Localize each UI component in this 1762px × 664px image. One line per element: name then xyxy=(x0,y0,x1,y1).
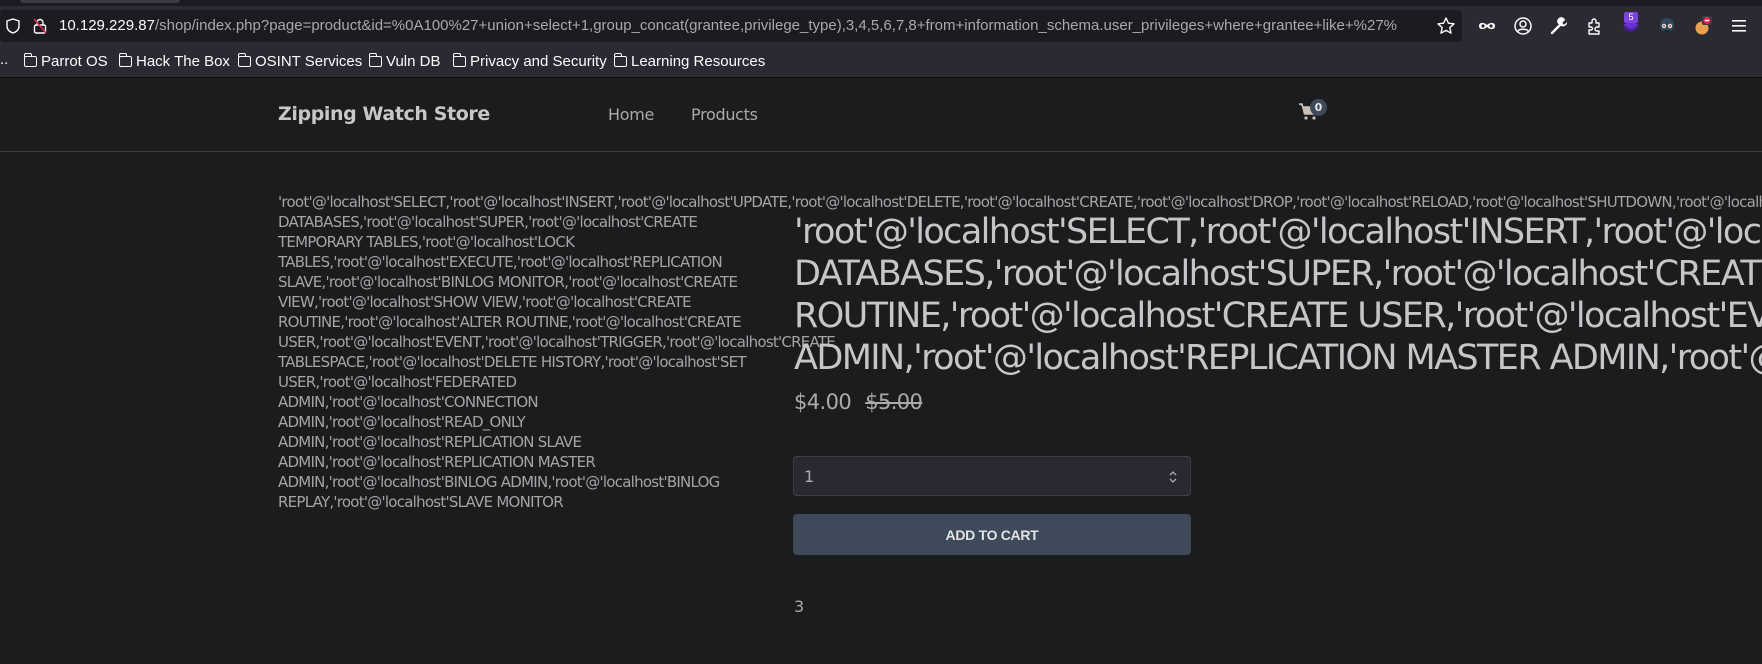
insecure-lock-icon[interactable] xyxy=(32,17,48,34)
bookmark-hack-the-box[interactable]: Hack The Box xyxy=(118,51,230,71)
url-host: 10.129.229.87 xyxy=(59,17,155,34)
nav-home-link[interactable]: Home xyxy=(608,105,654,124)
bookmark-label: Learning Resources xyxy=(631,52,766,70)
extension-badge: 5 xyxy=(1624,12,1638,23)
price-row: $4.00 $5.00 xyxy=(794,390,923,414)
product-title-line: DATABASES,'root'@'localhost'SUPER,'root'… xyxy=(794,254,1762,294)
bookmarks-toolbar: .. Parrot OS Hack The Box OSINT Services… xyxy=(0,46,1762,78)
add-to-cart-button[interactable]: ADD TO CART xyxy=(793,514,1191,555)
stock-quantity: 3 xyxy=(794,597,805,616)
product-description-rest: DATABASES,'root'@'localhost'SUPER,'root'… xyxy=(278,213,836,511)
url-path: /shop/index.php?page=product&id=%0A100%2… xyxy=(154,17,1398,34)
address-bar[interactable]: 10.129.229.87/shop/index.php?page=produc… xyxy=(0,10,1462,42)
page-content: Zipping Watch Store Home Products 0 'roo… xyxy=(0,78,1762,664)
bookmark-label: OSINT Services xyxy=(255,52,363,70)
bookmark-star-icon[interactable] xyxy=(1436,16,1456,36)
select-arrows-icon xyxy=(1169,471,1177,483)
folder-icon xyxy=(237,52,251,67)
extensions-icon[interactable] xyxy=(1584,15,1606,37)
bookmark-learning-resources[interactable]: Learning Resources xyxy=(613,51,766,71)
product-title-line: ROUTINE,'root'@'localhost'CREATE USER,'r… xyxy=(794,296,1762,336)
product-title: 'root'@'localhost'SELECT,'root'@'localho… xyxy=(794,211,1762,379)
bookmark-osint-services[interactable]: OSINT Services xyxy=(237,51,363,71)
private-mask-icon[interactable] xyxy=(1476,15,1498,37)
bookmark-label: Hack The Box xyxy=(136,52,230,70)
account-icon[interactable] xyxy=(1512,15,1534,37)
folder-icon xyxy=(118,52,132,67)
bookmark-parrot-os[interactable]: Parrot OS xyxy=(23,51,108,71)
browser-toolbar: 10.129.229.87/shop/index.php?page=produc… xyxy=(0,6,1762,46)
site-navbar: Zipping Watch Store Home Products 0 xyxy=(0,78,1762,152)
original-price: $5.00 xyxy=(865,390,923,414)
product-title-line: ADMIN,'root'@'localhost'REPLICATION MAST… xyxy=(794,338,1762,378)
shield-icon[interactable] xyxy=(6,18,20,34)
bookmark-label: Vuln DB xyxy=(386,52,441,70)
folder-icon xyxy=(452,52,466,67)
folder-icon xyxy=(368,52,382,67)
wrench-icon[interactable] xyxy=(1548,15,1570,37)
quantity-value: 1 xyxy=(804,467,815,486)
nav-products-link[interactable]: Products xyxy=(691,105,758,124)
extension-robot-icon[interactable] xyxy=(1656,15,1678,37)
quantity-select[interactable]: 1 xyxy=(793,456,1191,496)
folder-icon xyxy=(23,52,37,67)
folder-icon xyxy=(613,52,627,67)
bookmark-label: Parrot OS xyxy=(41,52,108,70)
extension-blocked-icon[interactable] xyxy=(1692,15,1714,37)
cart-count-badge: 0 xyxy=(1310,99,1327,116)
product-description-first-line: 'root'@'localhost'SELECT,'root'@'localho… xyxy=(278,193,1762,211)
bookmark-privacy-and-security[interactable]: Privacy and Security xyxy=(452,51,607,71)
site-brand[interactable]: Zipping Watch Store xyxy=(278,103,490,125)
bookmark-label: Privacy and Security xyxy=(470,52,607,70)
url-text[interactable]: 10.129.229.87/shop/index.php?page=produc… xyxy=(59,17,1397,34)
bookmarks-overflow[interactable]: .. xyxy=(0,51,8,68)
bookmark-vuln-db[interactable]: Vuln DB xyxy=(368,51,441,71)
active-tab[interactable] xyxy=(20,0,180,3)
product-description: 'root'@'localhost'SELECT,'root'@'localho… xyxy=(278,192,1762,512)
sale-price: $4.00 xyxy=(794,390,852,414)
menu-icon[interactable] xyxy=(1728,15,1750,37)
product-title-line: 'root'@'localhost'SELECT,'root'@'localho… xyxy=(794,212,1762,252)
